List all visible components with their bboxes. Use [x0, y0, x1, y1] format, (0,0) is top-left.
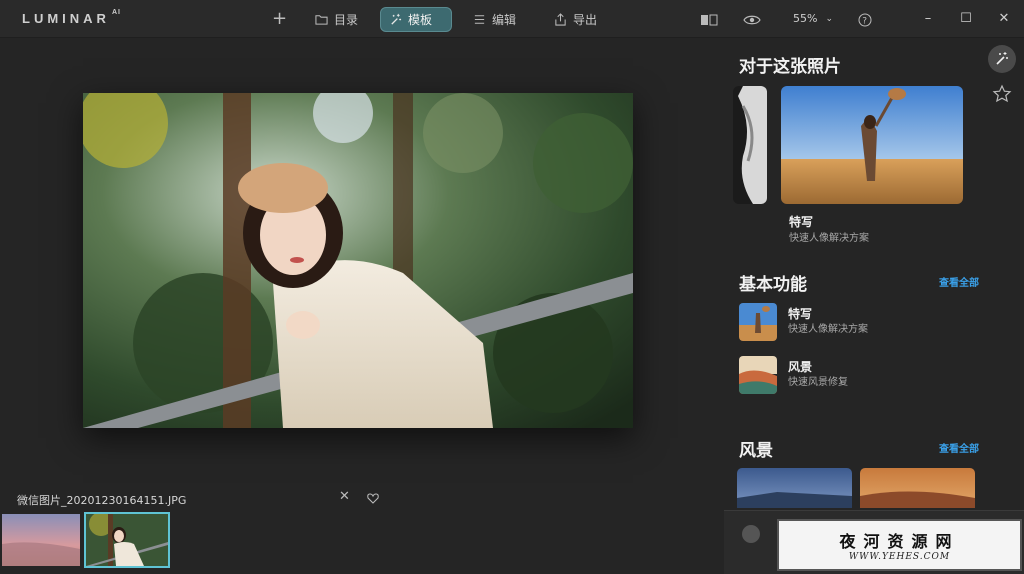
feature-title: 特写	[789, 215, 814, 229]
filmstrip-thumb-1[interactable]	[2, 514, 80, 566]
help-icon[interactable]: ?	[858, 12, 872, 27]
basic-item-landscape-subtitle: 快速风景修复	[788, 377, 848, 388]
main-photo[interactable]	[83, 93, 633, 428]
minimize-icon[interactable]: –	[920, 11, 936, 27]
section-title-landscape: 风景	[739, 441, 773, 461]
close-icon[interactable]: ✕	[339, 489, 350, 504]
see-all-link-basic[interactable]: 查看全部	[939, 274, 979, 289]
see-all-link-landscape[interactable]: 查看全部	[939, 440, 979, 455]
filmstrip-thumb-2[interactable]	[84, 512, 170, 568]
template-thumb-landscape[interactable]	[739, 356, 777, 394]
template-card-prev[interactable]	[733, 86, 767, 204]
share-icon	[555, 13, 566, 26]
maximize-icon[interactable]: ☐	[958, 11, 974, 27]
edit-tab[interactable]: 编辑	[465, 7, 524, 32]
compare-icon[interactable]	[700, 12, 718, 26]
section-title-basic: 基本功能	[739, 275, 807, 295]
folder-icon	[315, 15, 328, 25]
zoom-select[interactable]: 55% ⌄	[793, 12, 833, 25]
app-logo: LUMINAR AI	[22, 8, 121, 26]
user-avatar[interactable]	[742, 525, 760, 543]
landscape-card-1[interactable]	[737, 468, 852, 508]
close-icon[interactable]: ✕	[996, 11, 1012, 27]
star-icon[interactable]	[988, 80, 1016, 108]
catalog-tab[interactable]: 目录	[307, 7, 366, 32]
top-bar: LUMINAR AI + 目录 模板 编辑 导出 55% ⌄ ? – ☐ ✕	[0, 0, 1024, 38]
chevron-down-icon: ⌄	[825, 13, 833, 24]
svg-text:?: ?	[862, 17, 867, 27]
export-tab[interactable]: 导出	[546, 7, 605, 32]
magic-wand-icon	[391, 13, 402, 25]
section-title-this-photo: 对于这张照片	[739, 57, 841, 77]
eye-icon[interactable]	[743, 12, 761, 26]
template-thumb-portrait[interactable]	[739, 303, 777, 341]
watermark-logo: 夜河资源网 WWW.YEHES.COM	[777, 519, 1022, 571]
heart-icon[interactable]	[366, 490, 380, 504]
templates-tab[interactable]: 模板	[380, 7, 452, 32]
template-card-portrait[interactable]	[781, 86, 963, 204]
feature-subtitle: 快速人像解决方案	[789, 233, 869, 244]
basic-item-portrait-subtitle: 快速人像解决方案	[788, 324, 868, 335]
file-name: 微信图片_20201230164151.JPG	[17, 494, 187, 507]
templates-side-icon[interactable]	[988, 45, 1016, 73]
sliders-icon	[474, 15, 485, 24]
add-button[interactable]: +	[272, 8, 287, 29]
landscape-card-2[interactable]	[860, 468, 975, 508]
